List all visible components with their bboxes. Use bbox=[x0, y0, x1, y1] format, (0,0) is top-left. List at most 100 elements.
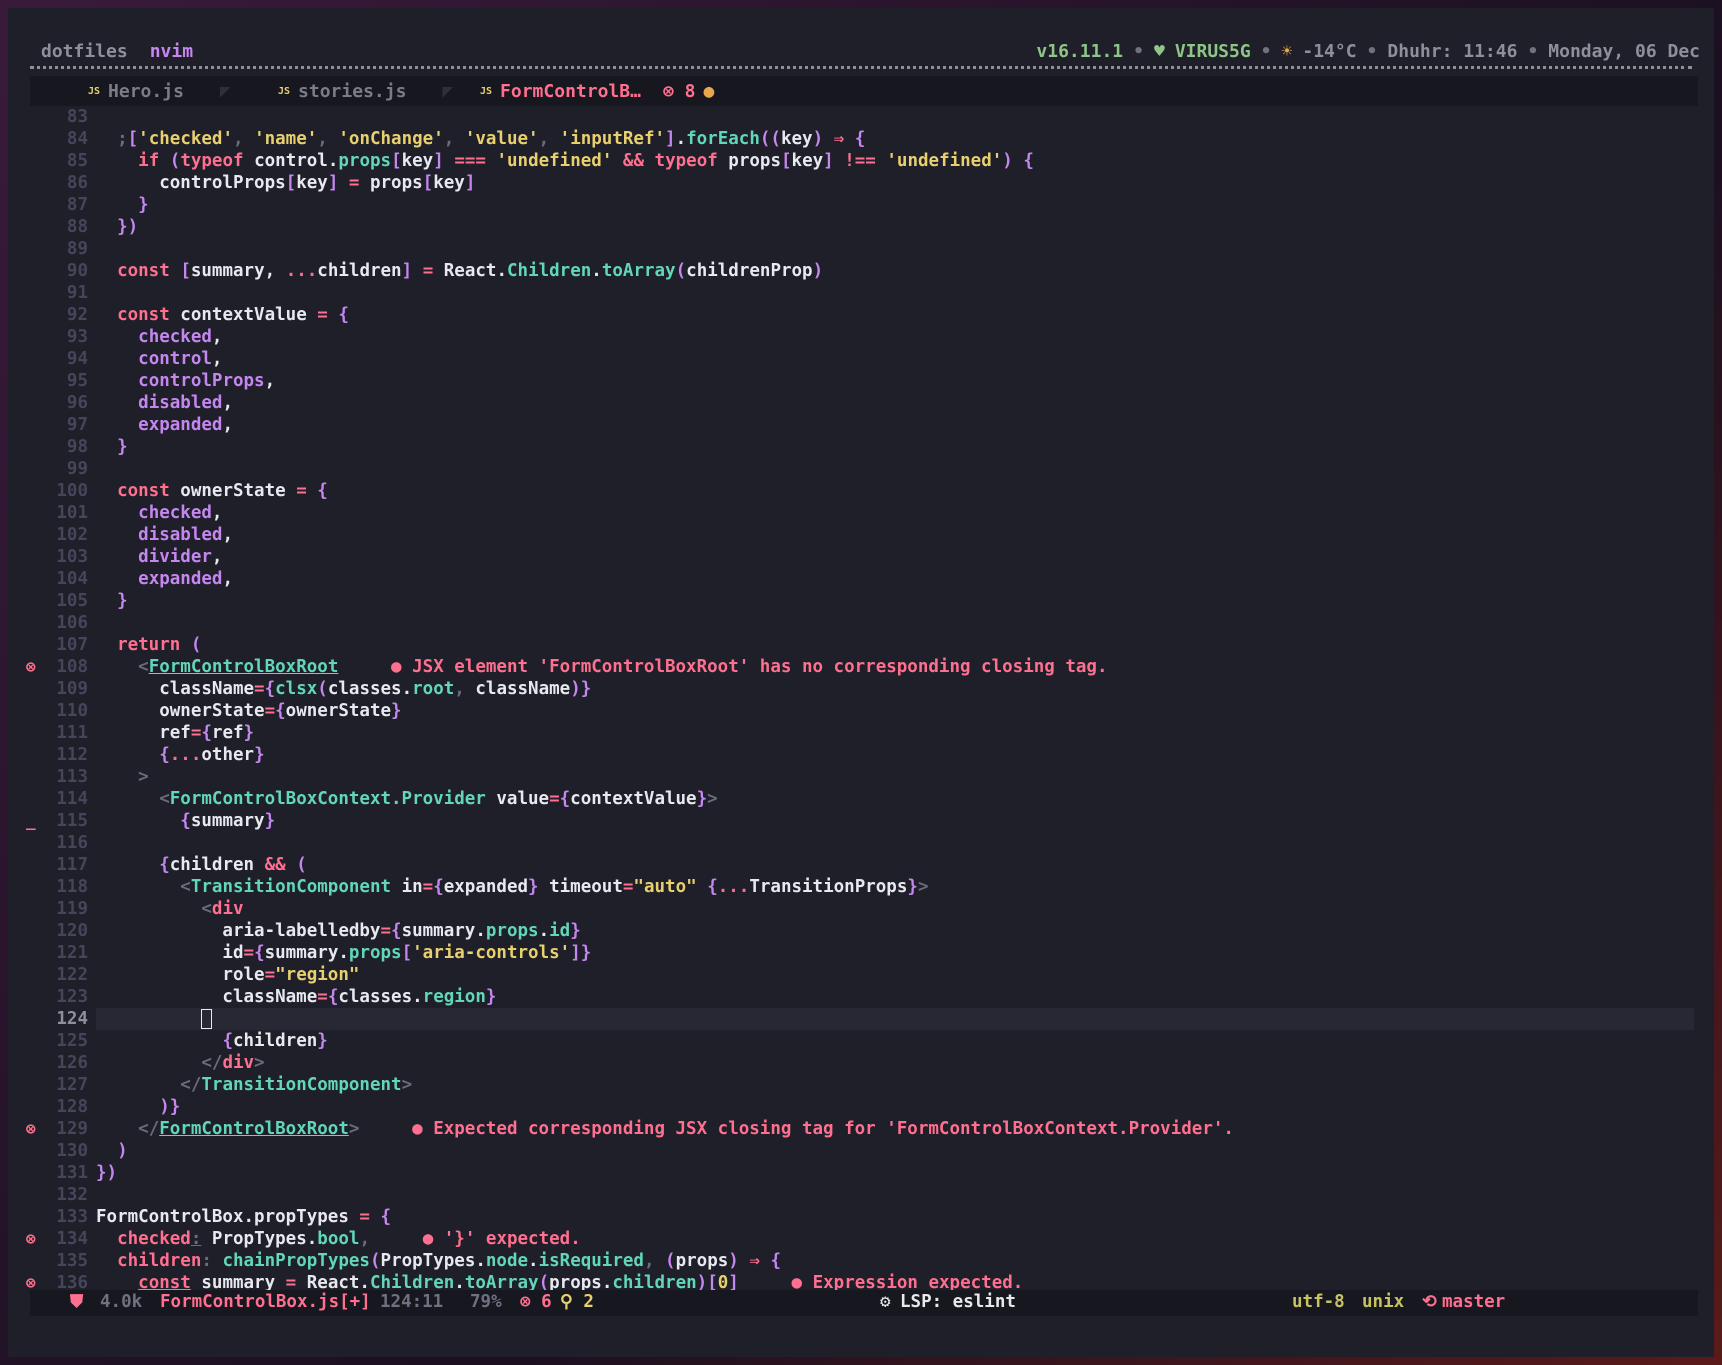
code-line: 94 control, bbox=[66, 349, 223, 369]
window-name[interactable]: nvim bbox=[150, 41, 193, 62]
code-line: 127 </TransitionComponent> bbox=[56, 1075, 413, 1095]
code-line: 97 expanded, bbox=[66, 415, 233, 435]
code-line: 87 } bbox=[66, 195, 149, 215]
diagnostic-message: ● '}' expected. bbox=[422, 1229, 581, 1249]
error-sign-icon: ⊗ bbox=[26, 657, 36, 676]
code-line: 128 )} bbox=[56, 1097, 181, 1117]
tab-error-count: ⊗ 8 bbox=[662, 81, 696, 102]
code-line: 90 const [summary, ...children] = React.… bbox=[66, 261, 824, 281]
node-version: v16.11.1 bbox=[1036, 41, 1124, 62]
code-line: 125 {children} bbox=[56, 1031, 328, 1051]
code-line: 93 checked, bbox=[66, 327, 223, 347]
tab-separator: ◤ bbox=[442, 81, 454, 102]
git-branch-icon: ⟲ bbox=[1422, 1292, 1437, 1312]
code-line: 118 <TransitionComponent in={expanded} t… bbox=[56, 877, 929, 897]
gear-icon: ⚙ bbox=[880, 1292, 891, 1312]
code-line: ⊗ 129 </FormControlBoxRoot> ● Expected co… bbox=[26, 1119, 1234, 1139]
hint-count[interactable]: ⚲ 2 bbox=[560, 1292, 594, 1312]
modified-indicator: ● bbox=[703, 81, 715, 102]
code-line: 131}) bbox=[56, 1163, 118, 1183]
code-line: 95 controlProps, bbox=[66, 371, 276, 391]
code-line: 107 return ( bbox=[56, 635, 202, 655]
vim-statusline: ⛊ 4.0k FormControlBox.js[+] 124:11 79% ⊗… bbox=[30, 1290, 1698, 1316]
code-line: 110 ownerState={ownerState} bbox=[56, 701, 402, 721]
tab-hero[interactable]: JS Hero.js ◤ bbox=[88, 81, 231, 102]
code-line: 133 FormControlBox.propTypes = { bbox=[56, 1207, 392, 1227]
diagnostic-message: ● Expected corresponding JSX closing tag… bbox=[412, 1119, 1234, 1139]
tmux-status-bar: dotfiles nvim v16.11.1 • ♥ VIRUS5G • ☀ -… bbox=[8, 8, 1714, 70]
code-line: _ 115 {summary} bbox=[26, 811, 276, 831]
code-line: 113 > bbox=[56, 767, 149, 787]
error-sign-icon: ⊗ bbox=[26, 1229, 36, 1248]
tab-stories[interactable]: JS stories.js ◤ bbox=[278, 81, 453, 102]
prayer-time: Dhuhr: 11:46 bbox=[1387, 41, 1518, 62]
divider bbox=[30, 66, 1692, 69]
code-line: 124 bbox=[8, 1008, 1714, 1030]
text-cursor bbox=[201, 1009, 213, 1029]
code-line: 114 <FormControlBoxContext.Provider valu… bbox=[56, 789, 718, 809]
code-line: 89 bbox=[66, 239, 88, 259]
code-editor[interactable]: 83 84 ;['checked', 'name', 'onChange', '… bbox=[8, 106, 1714, 1293]
code-line: 112 {...other} bbox=[56, 745, 265, 765]
tab-label: stories.js bbox=[298, 81, 407, 102]
date: Monday, 06 Dec bbox=[1548, 41, 1700, 62]
code-line: 85 if (typeof control.props[key] === 'un… bbox=[66, 151, 1034, 171]
code-line: 122 role="region" bbox=[56, 965, 360, 985]
js-file-icon: JS bbox=[278, 86, 291, 97]
file-size: 4.0k bbox=[100, 1292, 143, 1312]
code-line: 126 </div> bbox=[56, 1053, 265, 1073]
code-line: 120 aria-labelledby={summary.props.id} bbox=[56, 921, 581, 941]
separator: • bbox=[1527, 41, 1539, 62]
tab-label: FormControlB… bbox=[500, 81, 641, 102]
sun-icon: ☀ bbox=[1281, 41, 1293, 62]
code-line: 106 bbox=[56, 613, 88, 633]
code-line: 102 disabled, bbox=[56, 525, 233, 545]
code-line: 96 disabled, bbox=[66, 393, 233, 413]
separator: • bbox=[1366, 41, 1378, 62]
code-line: 130 ) bbox=[56, 1141, 128, 1161]
code-line: 121 id={summary.props['aria-controls']} bbox=[56, 943, 592, 963]
temperature: -14°C bbox=[1302, 41, 1357, 62]
code-line: 105 } bbox=[56, 591, 128, 611]
code-line: 92 const contextValue = { bbox=[66, 305, 349, 325]
session-name[interactable]: dotfiles bbox=[41, 41, 128, 62]
code-line: 101 checked, bbox=[56, 503, 223, 523]
tab-separator: ◤ bbox=[219, 81, 231, 102]
code-line: 83 bbox=[66, 107, 88, 127]
git-branch[interactable]: master bbox=[1442, 1292, 1505, 1312]
js-file-icon: JS bbox=[88, 86, 101, 97]
cursor-position: 124:11 bbox=[380, 1292, 444, 1312]
tab-formcontrolbox[interactable]: JS FormControlB… ⊗ 8 ● bbox=[480, 81, 714, 102]
terminal-window: dotfiles nvim v16.11.1 • ♥ VIRUS5G • ☀ -… bbox=[8, 8, 1714, 1357]
scroll-percent: 79% bbox=[470, 1292, 502, 1312]
code-line: ⊗ 134 checked: PropTypes.bool, ● '}' expe… bbox=[26, 1229, 581, 1249]
buffer-tabs: JS Hero.js ◤ JS stories.js ◤ JS FormCont… bbox=[30, 76, 1698, 106]
code-line: 98 } bbox=[66, 437, 128, 457]
separator: • bbox=[1260, 41, 1272, 62]
js-file-icon: JS bbox=[480, 86, 493, 97]
code-line: 100 const ownerState = { bbox=[56, 481, 328, 501]
diagnostic-message: ● JSX element 'FormControlBoxRoot' has n… bbox=[391, 657, 1108, 677]
code-line: 103 divider, bbox=[56, 547, 223, 567]
code-line: 99 bbox=[66, 459, 88, 479]
separator: • bbox=[1133, 41, 1144, 62]
code-line: 88 }) bbox=[66, 217, 139, 237]
error-sign-icon: ⊗ bbox=[26, 1119, 36, 1138]
code-line: 117 {children && ( bbox=[56, 855, 307, 875]
code-line: 86 controlProps[key] = props[key] bbox=[66, 173, 476, 193]
shield-icon: ⛊ bbox=[70, 1292, 84, 1312]
file-name[interactable]: FormControlBox.js[+] bbox=[160, 1292, 371, 1312]
code-line: 132 bbox=[56, 1185, 88, 1205]
code-line: 91 bbox=[66, 283, 88, 303]
code-line: 135 children: chainPropTypes(PropTypes.n… bbox=[56, 1251, 782, 1271]
code-line: ⊗ 108 <FormControlBoxRoot ● JSX element '… bbox=[26, 657, 1108, 677]
tab-label: Hero.js bbox=[108, 81, 184, 102]
git-removed-sign-icon: _ bbox=[26, 811, 36, 830]
file-encoding: utf-8 bbox=[1292, 1292, 1345, 1312]
code-line: 119 <div bbox=[56, 899, 244, 919]
code-line: 84 ;['checked', 'name', 'onChange', 'val… bbox=[66, 129, 866, 149]
file-format: unix bbox=[1362, 1292, 1405, 1312]
code-line: 109 className={clsx(classes.root, classN… bbox=[56, 679, 592, 699]
error-count[interactable]: ⊗ 6 bbox=[520, 1292, 552, 1312]
wifi-icon: ♥ bbox=[1153, 41, 1165, 62]
